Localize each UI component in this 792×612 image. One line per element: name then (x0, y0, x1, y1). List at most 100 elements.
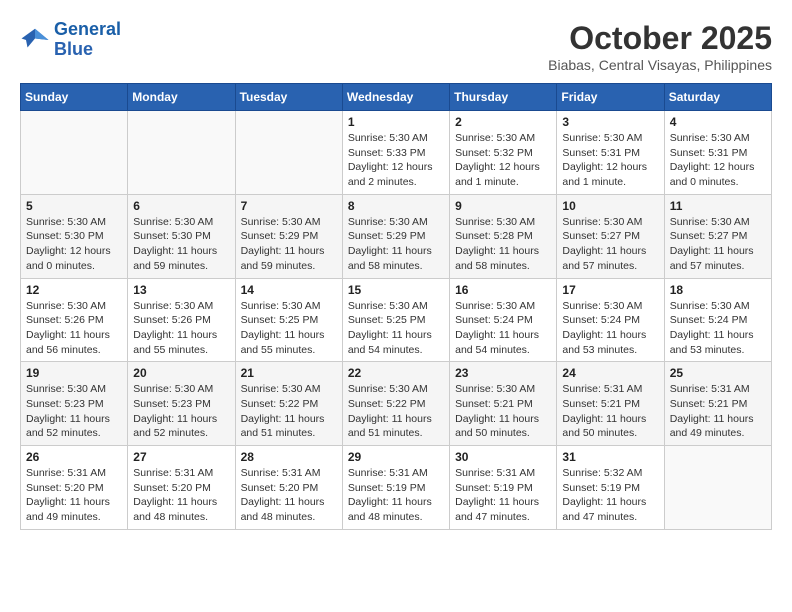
day-number: 19 (26, 366, 122, 380)
day-info: Sunrise: 5:30 AM Sunset: 5:23 PM Dayligh… (26, 382, 122, 441)
day-number: 15 (348, 283, 444, 297)
page-header: General Blue October 2025 Biabas, Centra… (20, 20, 772, 73)
day-info: Sunrise: 5:30 AM Sunset: 5:29 PM Dayligh… (241, 215, 337, 274)
day-info: Sunrise: 5:30 AM Sunset: 5:26 PM Dayligh… (133, 299, 229, 358)
day-number: 31 (562, 450, 658, 464)
day-number: 6 (133, 199, 229, 213)
calendar-cell: 5 Sunrise: 5:30 AM Sunset: 5:30 PM Daylig… (21, 194, 128, 278)
day-number: 7 (241, 199, 337, 213)
calendar-cell: 16 Sunrise: 5:30 AM Sunset: 5:24 PM Dayli… (450, 278, 557, 362)
week-row-2: 5 Sunrise: 5:30 AM Sunset: 5:30 PM Daylig… (21, 194, 772, 278)
day-number: 13 (133, 283, 229, 297)
week-row-5: 26 Sunrise: 5:31 AM Sunset: 5:20 PM Dayli… (21, 446, 772, 530)
week-row-3: 12 Sunrise: 5:30 AM Sunset: 5:26 PM Dayli… (21, 278, 772, 362)
day-number: 3 (562, 115, 658, 129)
day-info: Sunrise: 5:30 AM Sunset: 5:30 PM Dayligh… (133, 215, 229, 274)
day-info: Sunrise: 5:30 AM Sunset: 5:30 PM Dayligh… (26, 215, 122, 274)
calendar-cell: 8Sunrise: 5:30 AM Sunset: 5:29 PM Daylig… (342, 194, 449, 278)
day-number: 22 (348, 366, 444, 380)
calendar-cell: 26 Sunrise: 5:31 AM Sunset: 5:20 PM Dayli… (21, 446, 128, 530)
day-number: 11 (670, 199, 766, 213)
day-info: Sunrise: 5:30 AM Sunset: 5:33 PM Dayligh… (348, 131, 444, 190)
day-number: 30 (455, 450, 551, 464)
day-info: Sunrise: 5:30 AM Sunset: 5:24 PM Dayligh… (455, 299, 551, 358)
calendar-cell: 6 Sunrise: 5:30 AM Sunset: 5:30 PM Daylig… (128, 194, 235, 278)
calendar-body: 1 Sunrise: 5:30 AM Sunset: 5:33 PM Daylig… (21, 111, 772, 530)
location: Biabas, Central Visayas, Philippines (548, 57, 772, 73)
day-info: Sunrise: 5:31 AM Sunset: 5:21 PM Dayligh… (562, 382, 658, 441)
day-info: Sunrise: 5:31 AM Sunset: 5:19 PM Dayligh… (348, 466, 444, 525)
column-header-tuesday: Tuesday (235, 84, 342, 111)
calendar-cell: 23Sunrise: 5:30 AM Sunset: 5:21 PM Dayli… (450, 362, 557, 446)
calendar-cell: 22 Sunrise: 5:30 AM Sunset: 5:22 PM Dayli… (342, 362, 449, 446)
calendar-cell: 7 Sunrise: 5:30 AM Sunset: 5:29 PM Daylig… (235, 194, 342, 278)
day-number: 1 (348, 115, 444, 129)
calendar-cell (21, 111, 128, 195)
calendar-cell: 9Sunrise: 5:30 AM Sunset: 5:28 PM Daylig… (450, 194, 557, 278)
calendar-cell: 19 Sunrise: 5:30 AM Sunset: 5:23 PM Dayli… (21, 362, 128, 446)
day-number: 14 (241, 283, 337, 297)
day-number: 9 (455, 199, 551, 213)
day-info: Sunrise: 5:30 AM Sunset: 5:27 PM Dayligh… (670, 215, 766, 274)
day-info: Sunrise: 5:30 AM Sunset: 5:31 PM Dayligh… (670, 131, 766, 190)
calendar-cell: 30Sunrise: 5:31 AM Sunset: 5:19 PM Dayli… (450, 446, 557, 530)
day-info: Sunrise: 5:30 AM Sunset: 5:21 PM Dayligh… (455, 382, 551, 441)
day-info: Sunrise: 5:30 AM Sunset: 5:26 PM Dayligh… (26, 299, 122, 358)
column-header-sunday: Sunday (21, 84, 128, 111)
day-info: Sunrise: 5:31 AM Sunset: 5:20 PM Dayligh… (241, 466, 337, 525)
calendar-cell: 31 Sunrise: 5:32 AM Sunset: 5:19 PM Dayli… (557, 446, 664, 530)
calendar-cell (128, 111, 235, 195)
calendar-cell: 25Sunrise: 5:31 AM Sunset: 5:21 PM Dayli… (664, 362, 771, 446)
calendar-cell: 21 Sunrise: 5:30 AM Sunset: 5:22 PM Dayli… (235, 362, 342, 446)
column-header-friday: Friday (557, 84, 664, 111)
day-info: Sunrise: 5:30 AM Sunset: 5:22 PM Dayligh… (241, 382, 337, 441)
day-info: Sunrise: 5:32 AM Sunset: 5:19 PM Dayligh… (562, 466, 658, 525)
calendar-cell: 12 Sunrise: 5:30 AM Sunset: 5:26 PM Dayli… (21, 278, 128, 362)
day-number: 26 (26, 450, 122, 464)
calendar-cell: 24Sunrise: 5:31 AM Sunset: 5:21 PM Dayli… (557, 362, 664, 446)
title-area: October 2025 Biabas, Central Visayas, Ph… (548, 20, 772, 73)
calendar-cell (664, 446, 771, 530)
calendar-table: SundayMondayTuesdayWednesdayThursdayFrid… (20, 83, 772, 530)
calendar-cell: 13 Sunrise: 5:30 AM Sunset: 5:26 PM Dayli… (128, 278, 235, 362)
day-info: Sunrise: 5:30 AM Sunset: 5:31 PM Dayligh… (562, 131, 658, 190)
week-row-4: 19 Sunrise: 5:30 AM Sunset: 5:23 PM Dayli… (21, 362, 772, 446)
column-header-saturday: Saturday (664, 84, 771, 111)
day-number: 5 (26, 199, 122, 213)
day-number: 28 (241, 450, 337, 464)
day-info: Sunrise: 5:30 AM Sunset: 5:23 PM Dayligh… (133, 382, 229, 441)
day-number: 16 (455, 283, 551, 297)
day-info: Sunrise: 5:30 AM Sunset: 5:24 PM Dayligh… (562, 299, 658, 358)
day-info: Sunrise: 5:31 AM Sunset: 5:20 PM Dayligh… (133, 466, 229, 525)
day-info: Sunrise: 5:30 AM Sunset: 5:25 PM Dayligh… (241, 299, 337, 358)
day-number: 2 (455, 115, 551, 129)
day-info: Sunrise: 5:30 AM Sunset: 5:22 PM Dayligh… (348, 382, 444, 441)
logo-text: General Blue (54, 20, 121, 60)
day-info: Sunrise: 5:31 AM Sunset: 5:21 PM Dayligh… (670, 382, 766, 441)
calendar-cell: 1 Sunrise: 5:30 AM Sunset: 5:33 PM Daylig… (342, 111, 449, 195)
day-number: 21 (241, 366, 337, 380)
day-info: Sunrise: 5:31 AM Sunset: 5:20 PM Dayligh… (26, 466, 122, 525)
calendar-cell: 28 Sunrise: 5:31 AM Sunset: 5:20 PM Dayli… (235, 446, 342, 530)
calendar-cell: 3 Sunrise: 5:30 AM Sunset: 5:31 PM Daylig… (557, 111, 664, 195)
day-info: Sunrise: 5:30 AM Sunset: 5:27 PM Dayligh… (562, 215, 658, 274)
calendar-cell: 2Sunrise: 5:30 AM Sunset: 5:32 PM Daylig… (450, 111, 557, 195)
calendar-cell: 27Sunrise: 5:31 AM Sunset: 5:20 PM Dayli… (128, 446, 235, 530)
day-number: 8 (348, 199, 444, 213)
column-header-monday: Monday (128, 84, 235, 111)
day-number: 12 (26, 283, 122, 297)
calendar-cell: 29Sunrise: 5:31 AM Sunset: 5:19 PM Dayli… (342, 446, 449, 530)
calendar-cell: 15 Sunrise: 5:30 AM Sunset: 5:25 PM Dayli… (342, 278, 449, 362)
day-info: Sunrise: 5:30 AM Sunset: 5:25 PM Dayligh… (348, 299, 444, 358)
calendar-cell: 4 Sunrise: 5:30 AM Sunset: 5:31 PM Daylig… (664, 111, 771, 195)
day-number: 18 (670, 283, 766, 297)
calendar-cell: 20 Sunrise: 5:30 AM Sunset: 5:23 PM Dayli… (128, 362, 235, 446)
day-number: 4 (670, 115, 766, 129)
day-info: Sunrise: 5:30 AM Sunset: 5:24 PM Dayligh… (670, 299, 766, 358)
month-title: October 2025 (548, 20, 772, 57)
logo: General Blue (20, 20, 121, 60)
week-row-1: 1 Sunrise: 5:30 AM Sunset: 5:33 PM Daylig… (21, 111, 772, 195)
day-number: 20 (133, 366, 229, 380)
calendar-header: SundayMondayTuesdayWednesdayThursdayFrid… (21, 84, 772, 111)
column-header-thursday: Thursday (450, 84, 557, 111)
